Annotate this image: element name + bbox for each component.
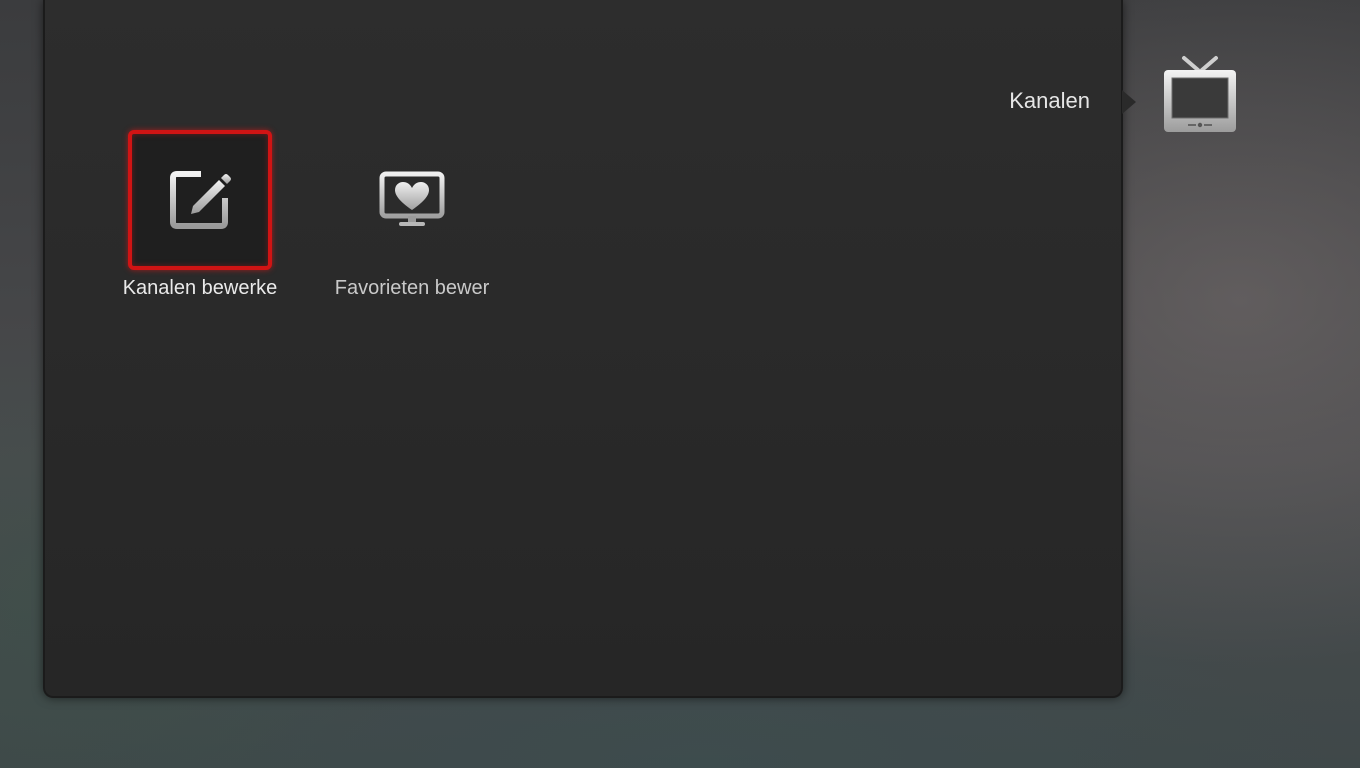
menu-item-edit-channels[interactable]: Kanalen bewerke [77,128,277,318]
monitor-heart-icon [379,171,445,226]
tv-icon [1164,56,1236,132]
menu-panel: Kanalen bewerke Favorieten bewer Kanalen [43,0,1123,698]
section-title: Kanalen [1009,88,1090,113]
menu-item-edit-favorites[interactable]: Favorieten bewer [289,128,489,318]
section-pointer [1122,90,1136,114]
menu-item-label: Favorieten bewer [334,277,490,299]
edit-pencil-icon [170,171,231,229]
menu-item-label: Kanalen bewerke [122,277,278,299]
